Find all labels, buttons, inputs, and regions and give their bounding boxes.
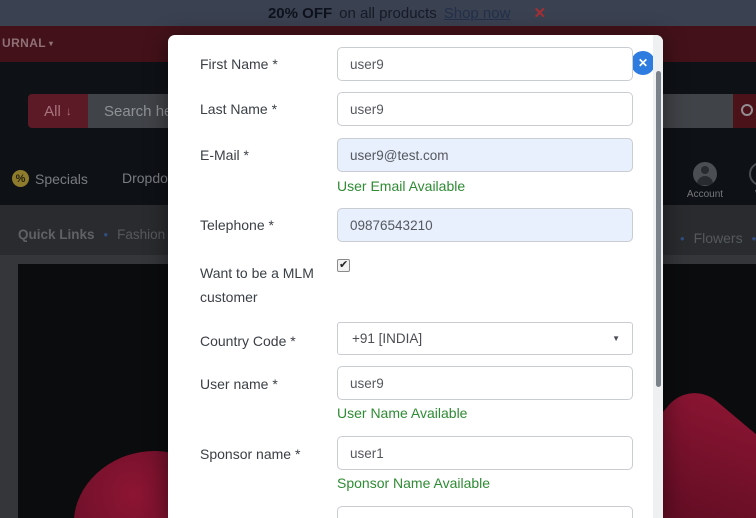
nav-item-specials[interactable]: % Specials [12, 170, 88, 187]
bullet-icon: • [751, 230, 756, 246]
mlm-customer-checkbox[interactable] [337, 258, 350, 272]
brand-menu[interactable]: URNAL ▾ [2, 36, 53, 50]
specials-label: Specials [35, 170, 88, 187]
sponsor-name-field[interactable] [337, 436, 633, 470]
last-name-field[interactable] [337, 92, 633, 126]
account-label: Account [686, 189, 724, 200]
account-button[interactable]: Account [682, 162, 728, 200]
percent-icon: % [12, 170, 29, 187]
modal-scrollbar-thumb[interactable] [656, 71, 661, 387]
last-name-label: Last Name * [200, 101, 278, 117]
arrow-down-icon: ↓ [65, 104, 72, 118]
promo-banner: 20% OFF on all products Shop now ✕ [0, 0, 756, 26]
close-icon: ✕ [637, 56, 649, 70]
search-icon [741, 104, 753, 116]
quick-link-fashion[interactable]: Fashion [117, 227, 165, 242]
next-field-partial[interactable] [337, 506, 633, 518]
telephone-field[interactable] [337, 208, 633, 242]
quick-link-flowers[interactable]: Flowers [694, 230, 743, 246]
bullet-icon: • [680, 230, 685, 246]
category-label: All [44, 102, 61, 120]
registration-modal: ✕ First Name * Last Name * E-Mail * User… [168, 35, 663, 518]
chevron-down-icon: ▼ [612, 334, 620, 343]
email-field[interactable] [337, 138, 633, 172]
modal-scrollbar-track [653, 35, 663, 518]
telephone-label: Telephone * [200, 217, 274, 233]
promo-close-icon[interactable]: ✕ [533, 4, 546, 22]
email-availability-status: User Email Available [337, 178, 466, 194]
country-code-label: Country Code * [200, 333, 296, 349]
bullet-icon: • [103, 226, 109, 242]
wishlist-button[interactable]: ♡ Wi [738, 162, 756, 200]
sponsor-availability-status: Sponsor Name Available [337, 475, 491, 491]
search-button[interactable] [733, 94, 756, 128]
brand-label: URNAL [2, 36, 46, 50]
account-icon [693, 162, 717, 186]
heart-icon: ♡ [749, 162, 756, 186]
promo-offer-text: 20% OFF [267, 4, 333, 22]
sponsor-name-label: Sponsor name * [200, 446, 301, 462]
country-code-value: +91 [INDIA] [352, 331, 423, 346]
country-code-select[interactable]: +91 [INDIA] ▼ [337, 322, 633, 355]
first-name-label: First Name * [200, 56, 278, 72]
username-label: User name * [200, 376, 278, 392]
username-field[interactable] [337, 366, 633, 400]
email-label: E-Mail * [200, 147, 250, 163]
modal-close-button[interactable]: ✕ [631, 51, 655, 75]
quick-links-title: Quick Links [18, 226, 95, 242]
username-availability-status: User Name Available [337, 405, 468, 421]
mlm-customer-label: Want to be a MLM customer [200, 265, 314, 305]
promo-text: on all products [339, 4, 437, 22]
category-dropdown-button[interactable]: All ↓ [28, 94, 88, 128]
shop-now-link[interactable]: Shop now [444, 5, 511, 22]
chevron-down-icon: ▾ [49, 38, 54, 48]
first-name-field[interactable] [337, 47, 633, 81]
